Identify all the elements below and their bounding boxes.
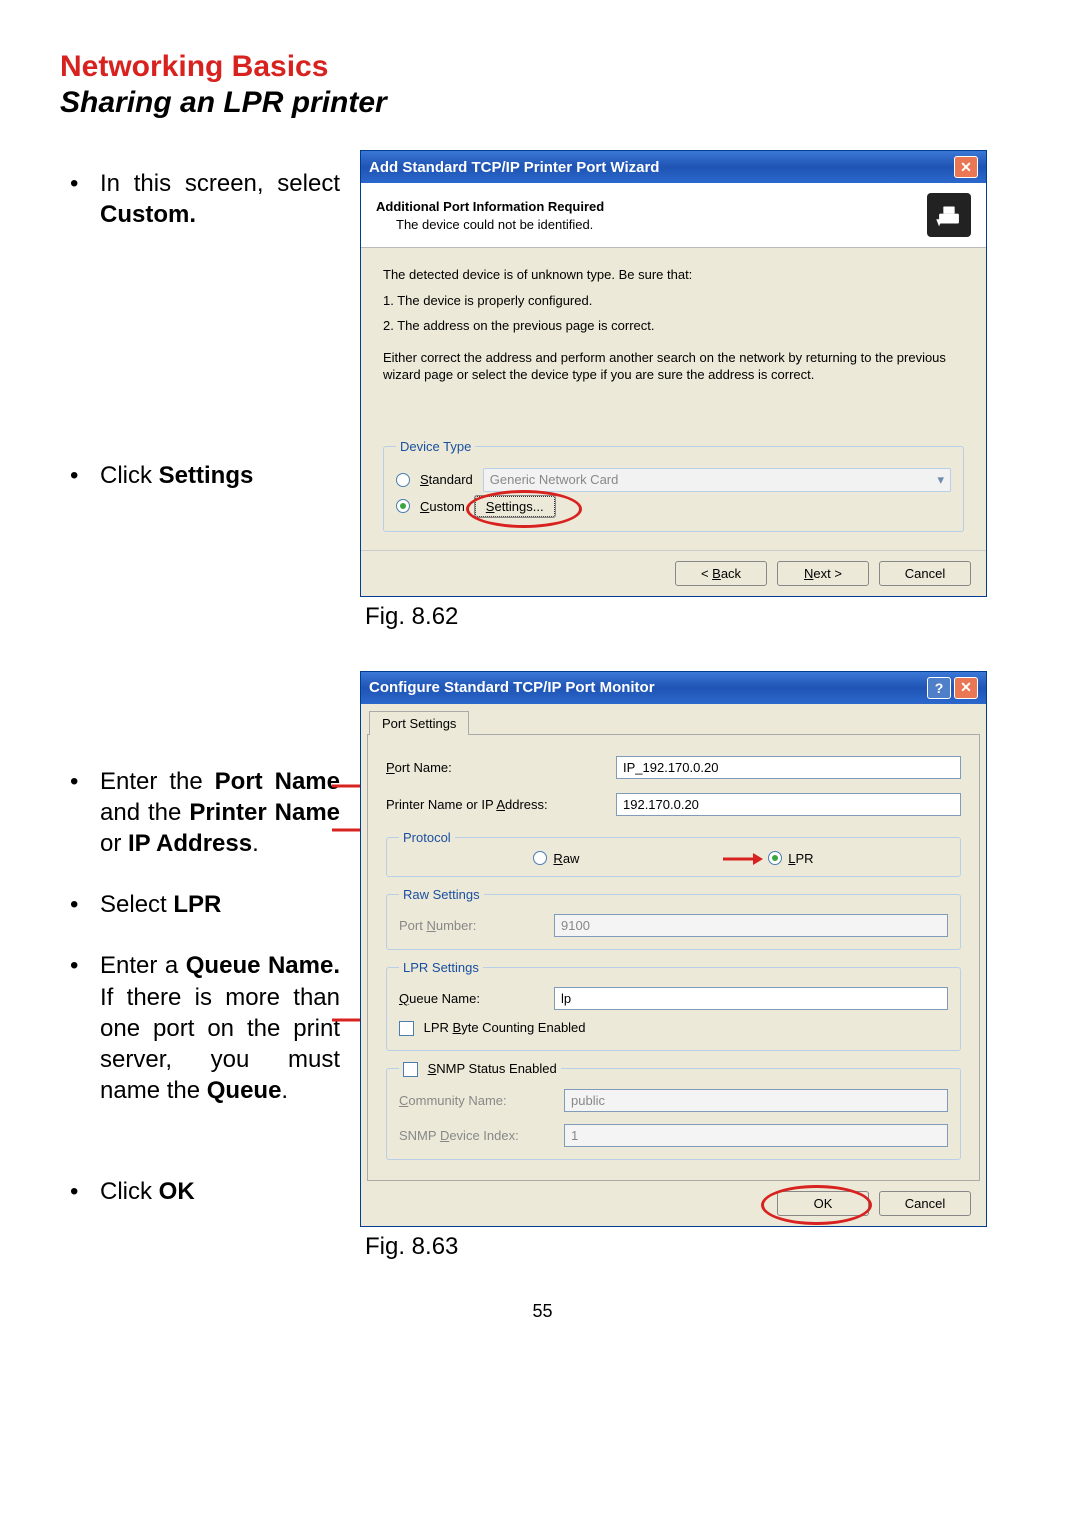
figure-caption-1: Fig. 8.62 [365, 603, 1025, 631]
standard-select[interactable]: Generic Network Card ▾ [483, 468, 951, 492]
back-button[interactable]: < Back< Back [675, 561, 767, 586]
wizard-list1: 1. The device is properly configured. [383, 292, 964, 310]
device-type-legend: Device Type [396, 439, 475, 454]
arrow-icon [723, 852, 763, 866]
radio-custom[interactable] [396, 499, 410, 513]
radio-lpr-label: LPRLPR [788, 851, 813, 866]
cancel-button[interactable]: Cancel [879, 1191, 971, 1216]
radio-raw-label: RawRaw [553, 851, 579, 866]
help-icon[interactable]: ? [927, 677, 951, 699]
raw-settings-legend: Raw Settings [399, 887, 484, 902]
wizard-title: Add Standard TCP/IP Printer Port Wizard [369, 159, 659, 176]
radio-lpr[interactable] [768, 851, 782, 865]
port-monitor-dialog: Configure Standard TCP/IP Port Monitor ?… [360, 671, 987, 1227]
printer-icon [927, 193, 971, 237]
snmp-index-input: 1 [564, 1124, 948, 1147]
community-input: public [564, 1089, 948, 1112]
close-icon[interactable]: ✕ [954, 156, 978, 178]
wizard-header-sub: The device could not be identified. [396, 217, 604, 232]
raw-port-label: Port Number:Port Number: [399, 918, 544, 933]
queue-name-label: Queue Name:Queue Name: [399, 991, 544, 1006]
ip-address-label: Printer Name or IP Address:Printer Name … [386, 797, 606, 812]
instr-select-lpr: Select LPR [60, 889, 340, 920]
port-name-label: Port Name:Port Name: [386, 760, 606, 775]
tab-port-settings[interactable]: Port Settings [369, 711, 469, 735]
wizard-header-title: Additional Port Information Required [376, 199, 604, 214]
wizard-list2: 2. The address on the previous page is c… [383, 317, 964, 335]
instr-queue-name: Enter a Queue Name. If there is more tha… [60, 950, 340, 1106]
lpr-settings-legend: LPR Settings [399, 960, 483, 975]
port-name-input[interactable]: IP_192.170.0.20 [616, 756, 961, 779]
heading-sub: Sharing an LPR printer [60, 86, 1025, 120]
ok-button[interactable]: OK [777, 1191, 869, 1216]
wizard-intro: The detected device is of unknown type. … [383, 266, 964, 284]
lpr-byte-checkbox[interactable] [399, 1021, 414, 1036]
protocol-legend: Protocol [399, 830, 455, 845]
radio-raw[interactable] [533, 851, 547, 865]
instr-click-settings: Click Settings [60, 460, 340, 491]
snmp-index-label: SNMP Device Index:SNMP Device Index: [399, 1128, 554, 1143]
chevron-down-icon: ▾ [937, 472, 944, 488]
ip-address-input[interactable]: 192.170.0.20 [616, 793, 961, 816]
page-number: 55 [60, 1301, 1025, 1322]
radio-standard[interactable] [396, 473, 410, 487]
instr-click-ok: Click OK [60, 1176, 340, 1207]
wizard-dialog: Add Standard TCP/IP Printer Port Wizard … [360, 150, 987, 597]
heading-red: Networking Basics [60, 50, 1025, 84]
snmp-label: SNMP Status EnabledSNMP Status Enabled [428, 1061, 557, 1076]
wizard-p2: Either correct the address and perform a… [383, 349, 964, 384]
instr-select-custom: In this screen, select Custom. [60, 168, 340, 230]
queue-name-input[interactable]: lp [554, 987, 948, 1010]
lpr-byte-label: LPR Byte Counting EnabledLPR Byte Counti… [424, 1020, 586, 1035]
raw-port-input: 9100 [554, 914, 948, 937]
community-label: Community Name:Community Name: [399, 1093, 554, 1108]
cancel-button[interactable]: Cancel [879, 561, 971, 586]
figure-caption-2: Fig. 8.63 [365, 1233, 1025, 1261]
next-button[interactable]: Next >Next > [777, 561, 869, 586]
close-icon[interactable]: ✕ [954, 677, 978, 699]
settings-button[interactable]: SSettings...ettings... [475, 496, 555, 517]
standard-select-value: Generic Network Card [490, 472, 619, 487]
snmp-checkbox[interactable] [403, 1062, 418, 1077]
instr-port-name: Enter the Port Name and the Printer Name… [60, 766, 340, 860]
port-monitor-title: Configure Standard TCP/IP Port Monitor [369, 679, 655, 696]
